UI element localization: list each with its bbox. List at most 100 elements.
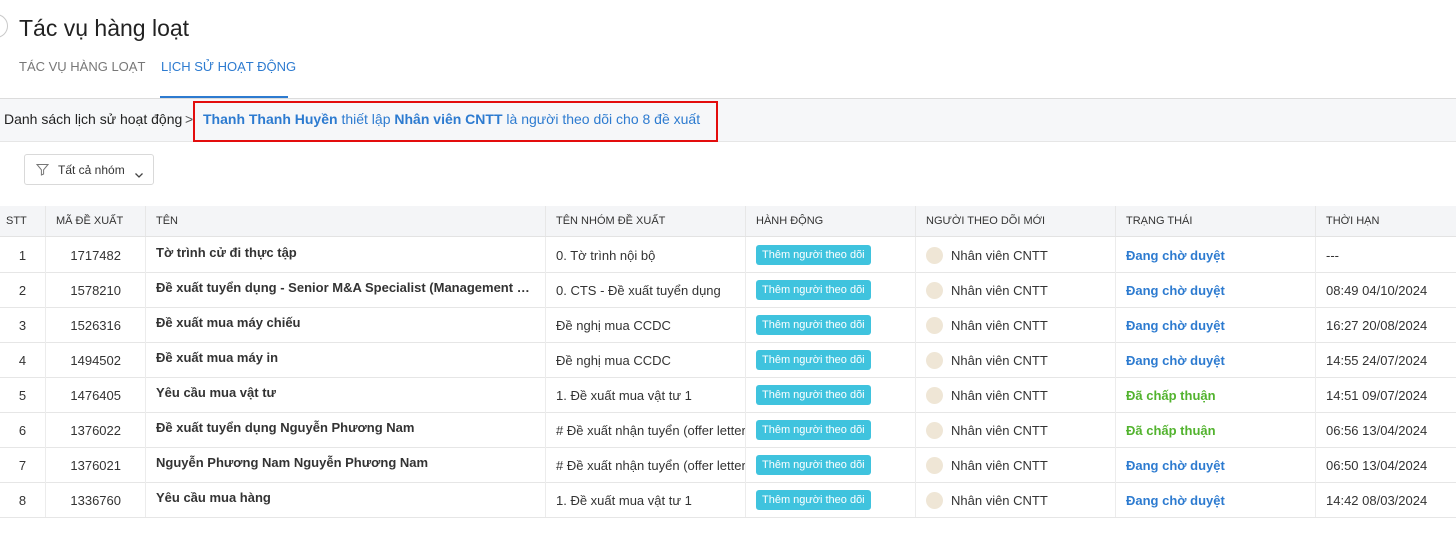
row-name-link[interactable]: Nguyễn Phương Nam Nguyễn Phương Nam xyxy=(146,447,546,482)
row-follower: Nhân viên CNTT xyxy=(916,237,1116,272)
row-action: Thêm người theo dõi xyxy=(746,447,916,482)
header-follower: NGƯỜI THEO DÕI MỚI xyxy=(916,206,1116,236)
status-text: Đang chờ duyệt xyxy=(1116,482,1316,517)
table-row[interactable]: 3 1526316 Đề xuất mua máy chiếu Đề nghị mua… xyxy=(0,307,1456,343)
status-text: Đang chờ duyệt xyxy=(1116,307,1316,342)
row-action: Thêm người theo dõi xyxy=(746,377,916,412)
row-deadline: --- xyxy=(1326,248,1339,263)
header-name: TÊN xyxy=(146,206,546,236)
table-row[interactable]: 7 1376021 Nguyễn Phương Nam Nguyễn Phương … xyxy=(0,447,1456,483)
action-badge: Thêm người theo dõi xyxy=(756,245,871,265)
header-stt: STT xyxy=(0,206,46,236)
avatar xyxy=(926,422,943,440)
header-code: MÃ ĐỀ XUẤT xyxy=(46,206,146,236)
avatar xyxy=(926,387,943,405)
action-badge: Thêm người theo dõi xyxy=(756,280,871,300)
row-code: 1476405 xyxy=(46,377,146,412)
table-row[interactable]: 2 1578210 Đề xuất tuyển dụng - Senior M&A … xyxy=(0,272,1456,308)
action-badge: Thêm người theo dõi xyxy=(756,315,871,335)
row-deadline: 08:49 04/10/2024 xyxy=(1326,283,1428,298)
filter-label: Tất cả nhóm xyxy=(58,163,125,177)
row-code: 1376021 xyxy=(46,447,146,482)
active-tab-indicator xyxy=(160,96,288,98)
row-stt: 8 xyxy=(0,482,46,517)
row-follower: Nhân viên CNTT xyxy=(916,447,1116,482)
row-action: Thêm người theo dõi xyxy=(746,482,916,517)
status-text: Đã chấp thuận xyxy=(1116,412,1316,447)
avatar xyxy=(926,352,943,370)
avatar xyxy=(926,282,943,300)
row-group: 1. Đề xuất mua vật tư 1 xyxy=(546,377,746,412)
follower-name: Nhân viên CNTT xyxy=(951,493,1048,509)
row-group: # Đề xuất nhận tuyển (offer letter) xyxy=(546,412,746,447)
row-stt: 7 xyxy=(0,447,46,482)
row-name-link[interactable]: Đề xuất tuyển dụng - Senior M&A Speciali… xyxy=(146,272,546,307)
row-follower: Nhân viên CNTT xyxy=(916,412,1116,447)
table-row[interactable]: 4 1494502 Đề xuất mua máy in Đề nghị mua CC… xyxy=(0,342,1456,378)
follower-name: Nhân viên CNTT xyxy=(951,353,1048,369)
row-stt: 6 xyxy=(0,412,46,447)
row-follower: Nhân viên CNTT xyxy=(916,342,1116,377)
status-text: Đang chờ duyệt xyxy=(1116,272,1316,307)
chevron-down-icon xyxy=(134,166,144,184)
row-name-link[interactable]: Tờ trình cử đi thực tập xyxy=(146,237,546,272)
row-name-link[interactable]: Yêu cầu mua vật tư xyxy=(146,377,546,412)
table-row[interactable]: 6 1376022 Đề xuất tuyển dụng Nguyễn Phương… xyxy=(0,412,1456,448)
header-status: TRẠNG THÁI xyxy=(1116,206,1316,236)
row-stt: 3 xyxy=(0,307,46,342)
follower-name: Nhân viên CNTT xyxy=(951,388,1048,404)
row-follower: Nhân viên CNTT xyxy=(916,272,1116,307)
row-code: 1494502 xyxy=(46,342,146,377)
breadcrumb-root-link[interactable]: Danh sách lịch sử hoạt động xyxy=(4,111,182,127)
row-code: 1717482 xyxy=(46,237,146,272)
breadcrumb-separator: > xyxy=(185,111,194,127)
status-text: Đang chờ duyệt xyxy=(1116,447,1316,482)
row-action: Thêm người theo dõi xyxy=(746,342,916,377)
filter-icon xyxy=(35,163,50,181)
tab-bar: TÁC VỤ HÀNG LOẠT LỊCH SỬ HOẠT ĐỘNG xyxy=(0,58,1456,99)
table-row[interactable]: 8 1336760 Yêu cầu mua hàng 1. Đề xuất mua v… xyxy=(0,482,1456,518)
highlight-box xyxy=(193,101,718,142)
row-code: 1578210 xyxy=(46,272,146,307)
group-filter-dropdown[interactable]: Tất cả nhóm xyxy=(24,154,154,185)
row-group: 0. Tờ trình nội bộ xyxy=(546,237,746,272)
table-row[interactable]: 5 1476405 Yêu cầu mua vật tư 1. Đề xuất mua… xyxy=(0,377,1456,413)
row-deadline: 06:56 13/04/2024 xyxy=(1326,423,1428,438)
row-action: Thêm người theo dõi xyxy=(746,412,916,447)
row-code: 1336760 xyxy=(46,482,146,517)
row-follower: Nhân viên CNTT xyxy=(916,307,1116,342)
table-header: STT MÃ ĐỀ XUẤT TÊN TÊN NHÓM ĐỀ XUẤT HÀNH… xyxy=(0,206,1456,237)
row-follower: Nhân viên CNTT xyxy=(916,482,1116,517)
row-name-link[interactable]: Yêu cầu mua hàng xyxy=(146,482,546,517)
row-name-link[interactable]: Đề xuất mua máy chiếu xyxy=(146,307,546,342)
follower-name: Nhân viên CNTT xyxy=(951,248,1048,264)
row-stt: 4 xyxy=(0,342,46,377)
tab-activity-history[interactable]: LỊCH SỬ HOẠT ĐỘNG xyxy=(161,58,296,98)
follower-name: Nhân viên CNTT xyxy=(951,458,1048,474)
row-deadline: 14:55 24/07/2024 xyxy=(1326,353,1428,368)
row-deadline: 14:51 09/07/2024 xyxy=(1326,388,1428,403)
row-name-link[interactable]: Đề xuất tuyển dụng Nguyễn Phương Nam xyxy=(146,412,546,447)
avatar xyxy=(926,457,943,475)
tab-bulk-tasks[interactable]: TÁC VỤ HÀNG LOẠT xyxy=(19,58,145,98)
row-stt: 5 xyxy=(0,377,46,412)
follower-name: Nhân viên CNTT xyxy=(951,318,1048,334)
row-action: Thêm người theo dõi xyxy=(746,307,916,342)
row-group: 0. CTS - Đề xuất tuyển dụng xyxy=(546,272,746,307)
row-stt: 2 xyxy=(0,272,46,307)
action-badge: Thêm người theo dõi xyxy=(756,385,871,405)
action-badge: Thêm người theo dõi xyxy=(756,490,871,510)
avatar xyxy=(926,317,943,335)
back-button[interactable] xyxy=(0,14,8,38)
row-name-link[interactable]: Đề xuất mua máy in xyxy=(146,342,546,377)
header-group: TÊN NHÓM ĐỀ XUẤT xyxy=(546,206,746,236)
row-deadline: 06:50 13/04/2024 xyxy=(1326,458,1428,473)
header-action: HÀNH ĐỘNG xyxy=(746,206,916,236)
action-badge: Thêm người theo dõi xyxy=(756,350,871,370)
follower-name: Nhân viên CNTT xyxy=(951,283,1048,299)
status-text: Đang chờ duyệt xyxy=(1116,237,1316,272)
avatar xyxy=(926,492,943,510)
row-stt: 1 xyxy=(0,237,46,272)
follower-name: Nhân viên CNTT xyxy=(951,423,1048,439)
table-row[interactable]: 1 1717482 Tờ trình cử đi thực tập 0. Tờ trì… xyxy=(0,237,1456,273)
